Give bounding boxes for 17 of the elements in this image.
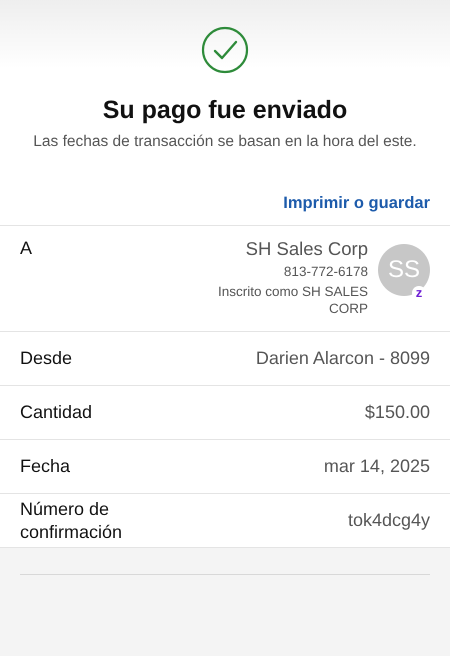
subtitle: Las fechas de transacción se basan en la hora del este.: [33, 132, 417, 152]
row-value: Darien Alarcon - 8099: [256, 348, 430, 369]
row-label: Cantidad: [20, 401, 92, 424]
row-value: mar 14, 2025: [324, 456, 430, 477]
row-label: Desde: [20, 347, 72, 370]
row-value: tok4dcg4y: [348, 510, 430, 531]
row-label: Fecha: [20, 455, 70, 478]
recipient-phone: 813-772-6178: [284, 264, 368, 279]
row-label: Número de confirmación: [20, 498, 124, 544]
page-title: Su pago fue enviado: [102, 96, 348, 125]
print-link[interactable]: Imprimir o guardar: [283, 194, 430, 213]
row-value: $150.00: [364, 402, 430, 423]
recipient-enrolled: Inscrito como SH SALES CORP: [216, 283, 368, 317]
success-check-icon: [201, 26, 249, 74]
row-label: A: [20, 238, 32, 259]
recipient-name: SH Sales Corp: [246, 238, 368, 260]
zelle-badge: z: [412, 286, 426, 300]
